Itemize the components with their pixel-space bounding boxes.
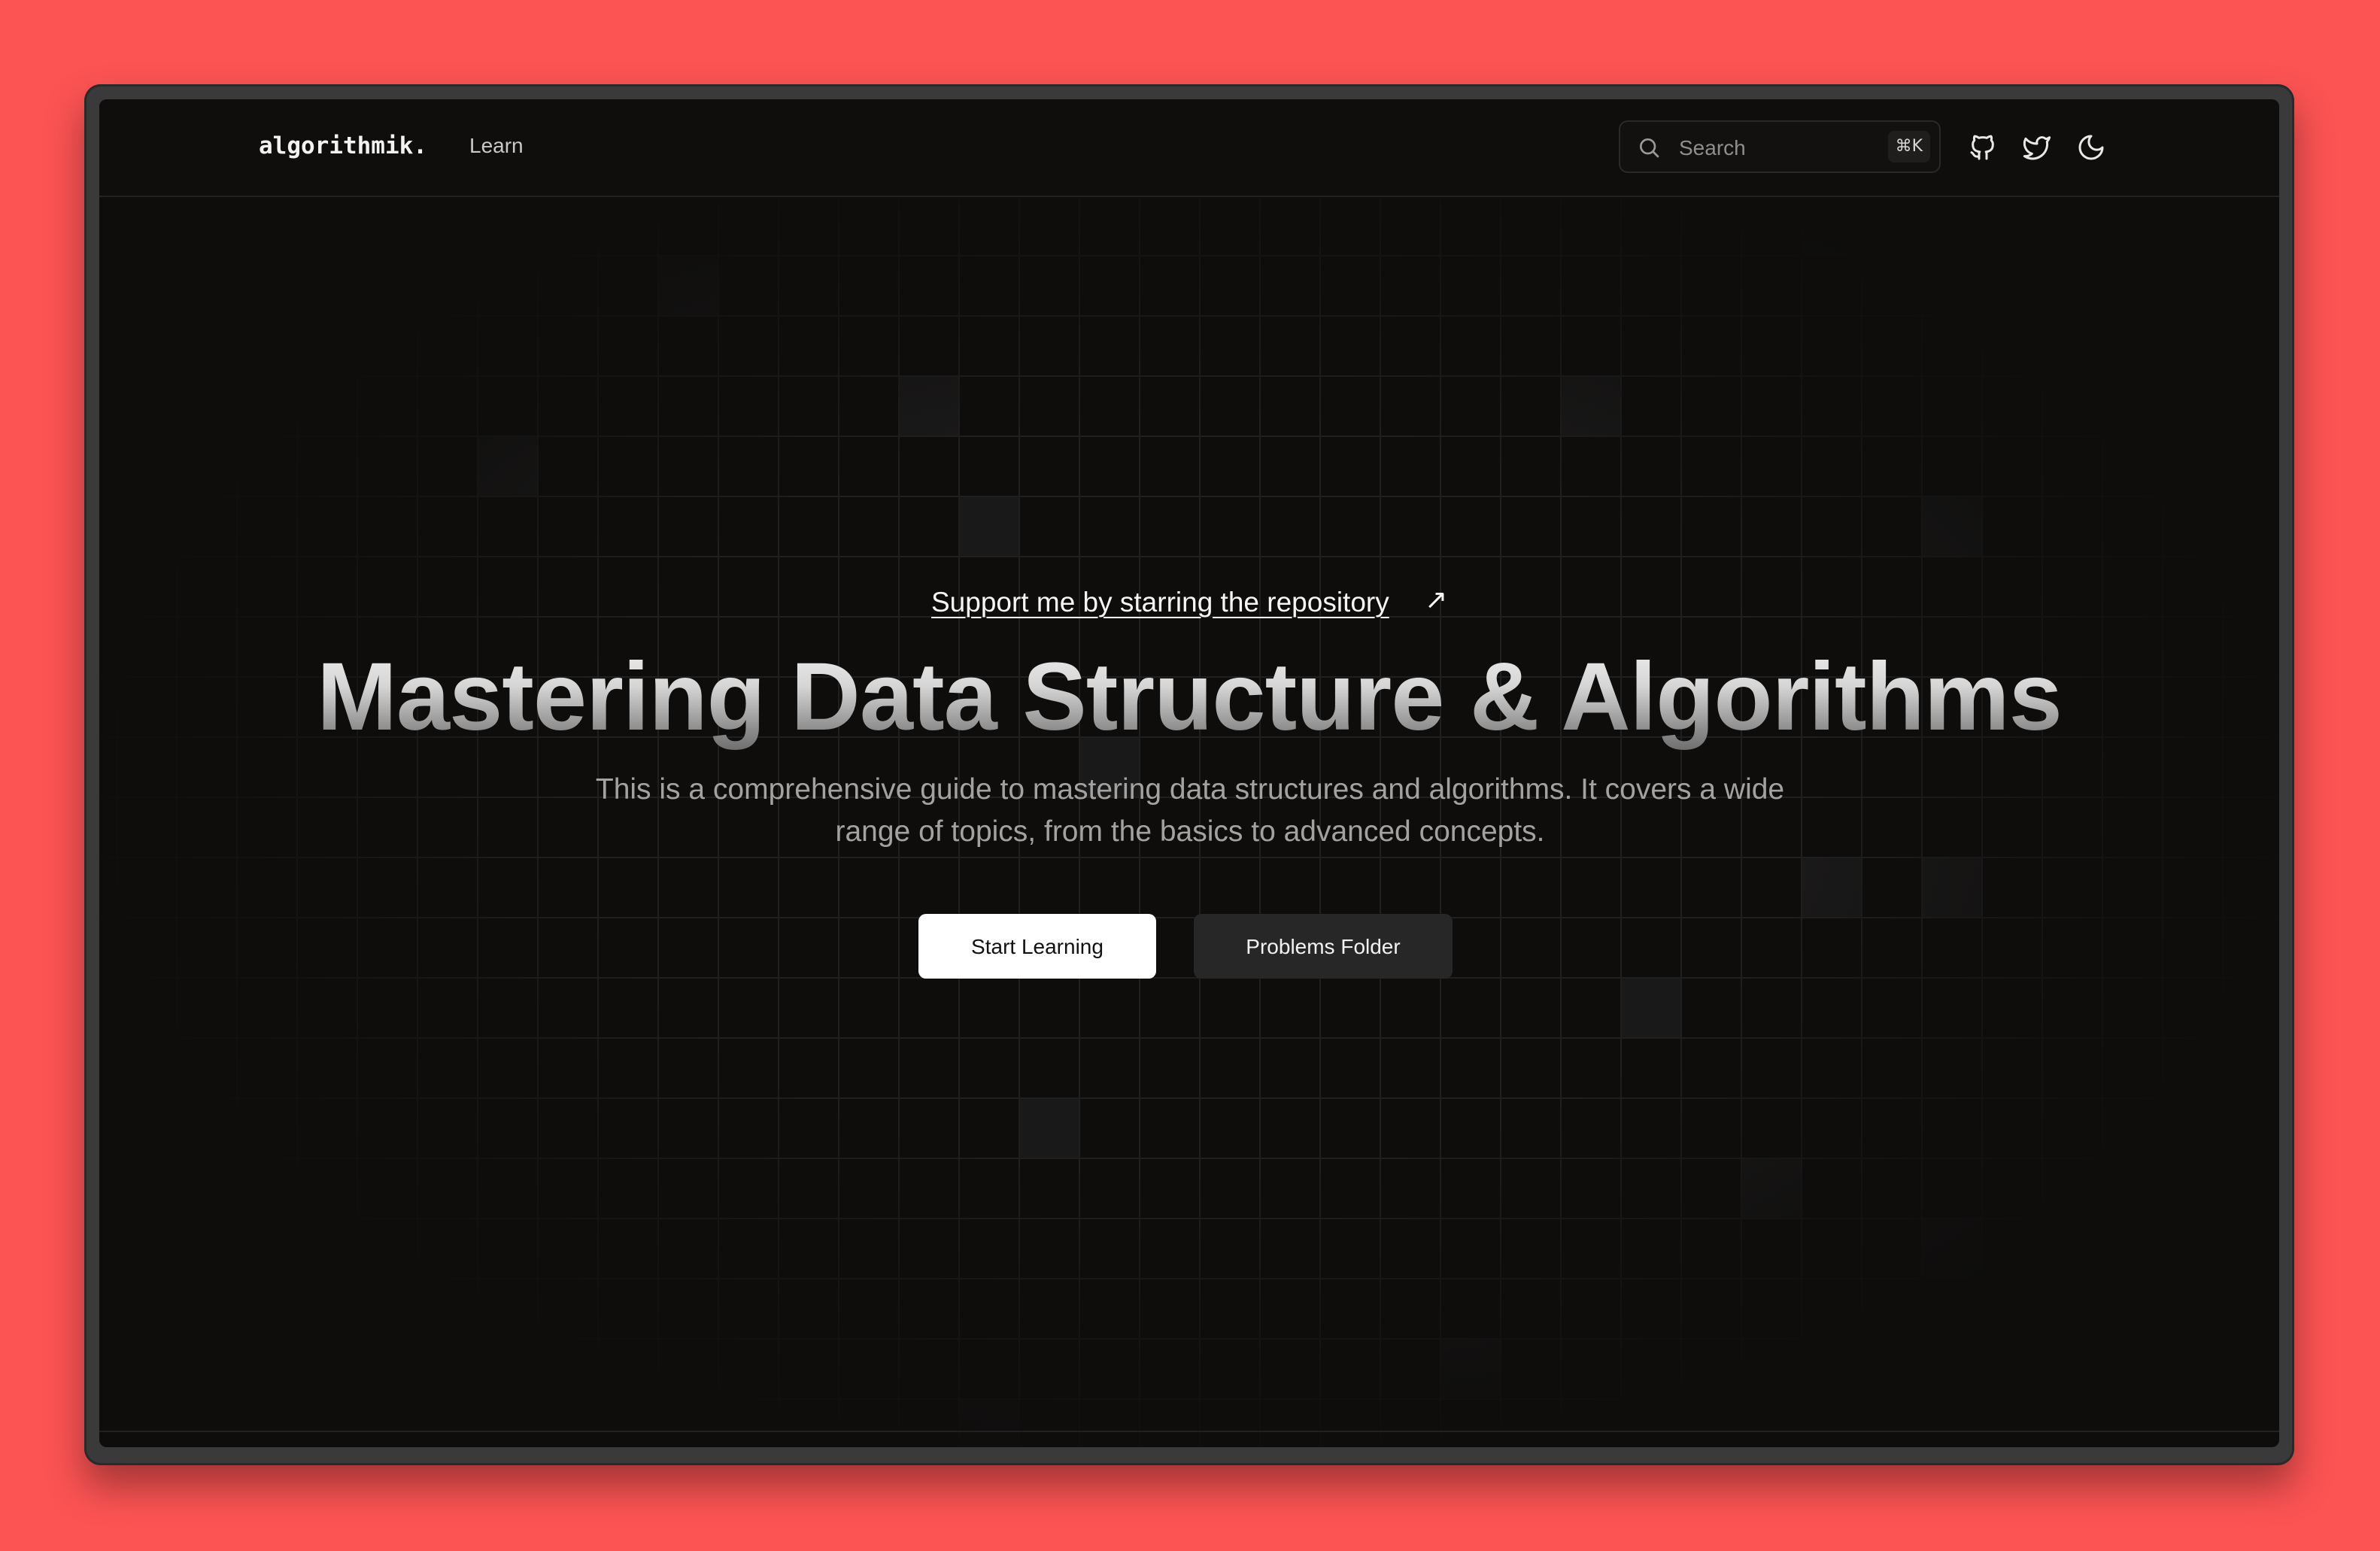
external-link-arrow-icon[interactable]: ↗: [1425, 584, 1447, 615]
app-window: algorithmik. Learn Search ⌘K Support me …: [99, 99, 2279, 1447]
hero-section: Support me by starring the repository ↗ …: [99, 99, 2279, 1447]
problems-folder-button[interactable]: Problems Folder: [1194, 914, 1453, 979]
device-frame: algorithmik. Learn Search ⌘K Support me …: [84, 84, 2294, 1465]
hero-description: This is a comprehensive guide to masteri…: [595, 773, 1785, 848]
hero-title: Mastering Data Structure & Algorithms: [99, 641, 2279, 754]
start-learning-button[interactable]: Start Learning: [918, 914, 1156, 979]
support-repository-link[interactable]: Support me by starring the repository: [931, 587, 1389, 618]
